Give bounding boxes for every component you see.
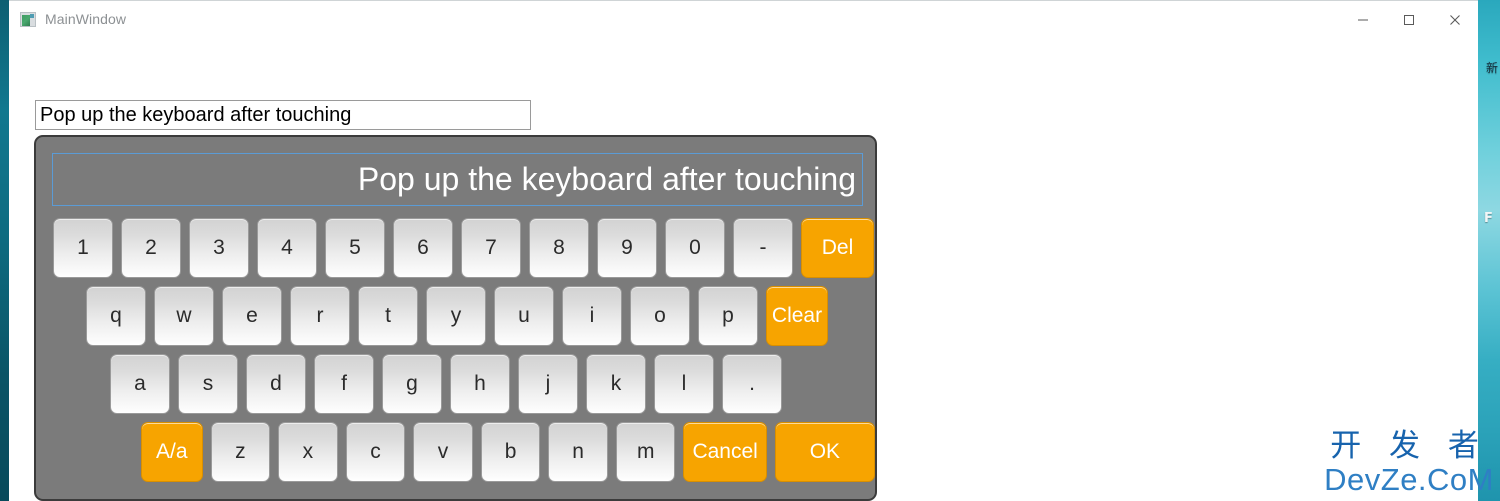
desktop-background-right: 新 F: [1478, 0, 1500, 501]
key-h[interactable]: h: [450, 354, 510, 414]
key-x[interactable]: x: [278, 422, 338, 482]
desktop-icon-fragment-mid[interactable]: F: [1484, 212, 1493, 225]
desktop-icon-fragment-top[interactable]: 新: [1486, 62, 1498, 74]
key-a-a[interactable]: A/a: [141, 422, 203, 482]
key-t[interactable]: t: [358, 286, 418, 346]
key-l[interactable]: l: [654, 354, 714, 414]
key-n[interactable]: n: [548, 422, 608, 482]
minimize-button[interactable]: [1340, 1, 1386, 39]
key-5[interactable]: 5: [325, 218, 385, 278]
key-s[interactable]: s: [178, 354, 238, 414]
keyboard-display-field[interactable]: Pop up the keyboard after touching: [52, 153, 863, 206]
key-2[interactable]: 2: [121, 218, 181, 278]
window-title: MainWindow: [45, 11, 127, 27]
key-g[interactable]: g: [382, 354, 442, 414]
desktop-background-left: [0, 0, 9, 501]
key-q[interactable]: q: [86, 286, 146, 346]
key-y[interactable]: y: [426, 286, 486, 346]
key-ok[interactable]: OK: [774, 422, 875, 482]
key-3[interactable]: 3: [189, 218, 249, 278]
keyboard-row-zxcv: A/a z x c v b n m Cancel OK: [36, 422, 875, 482]
key-8[interactable]: 8: [529, 218, 589, 278]
key-a[interactable]: a: [110, 354, 170, 414]
caption-button-group: [1340, 1, 1478, 39]
key-0[interactable]: 0: [665, 218, 725, 278]
key-7[interactable]: 7: [461, 218, 521, 278]
key-4[interactable]: 4: [257, 218, 317, 278]
close-icon: [1450, 15, 1460, 25]
target-text-input[interactable]: [35, 100, 531, 130]
key-clear[interactable]: Clear: [766, 286, 828, 346]
key-v[interactable]: v: [413, 422, 473, 482]
keyboard-row-digits: 1 2 3 4 5 6 7 8 9 0- Del: [36, 218, 875, 278]
maximize-icon: [1404, 15, 1414, 25]
keyboard-row-asdf: asdfghjkl.: [36, 354, 875, 414]
key-c[interactable]: c: [345, 422, 406, 482]
key-o[interactable]: o: [630, 286, 690, 346]
key-i[interactable]: i: [562, 286, 622, 346]
title-bar[interactable]: MainWindow: [9, 1, 1478, 39]
key-[interactable]: -: [733, 218, 793, 278]
key-b[interactable]: b: [480, 422, 541, 482]
key-d[interactable]: d: [246, 354, 306, 414]
client-area: Pop up the keyboard after touching 12345…: [9, 39, 1478, 501]
virtual-keyboard-panel: Pop up the keyboard after touching 12345…: [34, 135, 877, 501]
screen-root: 新 F MainWindow Pop up the keyboard after…: [0, 0, 1500, 501]
keyboard-rows: 1 2 3 4 5 6 7 8 9 0- Del q w e r t y u i o p Clear asdfghjkl…: [36, 218, 875, 490]
key-w[interactable]: w: [154, 286, 214, 346]
close-button[interactable]: [1432, 1, 1478, 39]
key-k[interactable]: k: [586, 354, 646, 414]
key-[interactable]: .: [722, 354, 782, 414]
key-z[interactable]: z: [210, 422, 271, 482]
app-window-icon: [20, 12, 36, 27]
maximize-button[interactable]: [1386, 1, 1432, 39]
key-j[interactable]: j: [518, 354, 578, 414]
key-m[interactable]: m: [615, 422, 676, 482]
key-9[interactable]: 9: [597, 218, 657, 278]
key-r[interactable]: r: [290, 286, 350, 346]
key-1[interactable]: 1: [53, 218, 113, 278]
main-window: MainWindow Pop up the keyboard after tou…: [9, 0, 1478, 501]
key-p[interactable]: p: [698, 286, 758, 346]
keyboard-row-qwerty: q w e r t y u i o p Clear: [36, 286, 875, 346]
key-6[interactable]: 6: [393, 218, 453, 278]
key-del[interactable]: Del: [801, 218, 874, 278]
key-e[interactable]: e: [222, 286, 282, 346]
minimize-icon: [1358, 19, 1368, 21]
key-f[interactable]: f: [314, 354, 374, 414]
key-cancel[interactable]: Cancel: [683, 422, 767, 482]
key-u[interactable]: u: [494, 286, 554, 346]
